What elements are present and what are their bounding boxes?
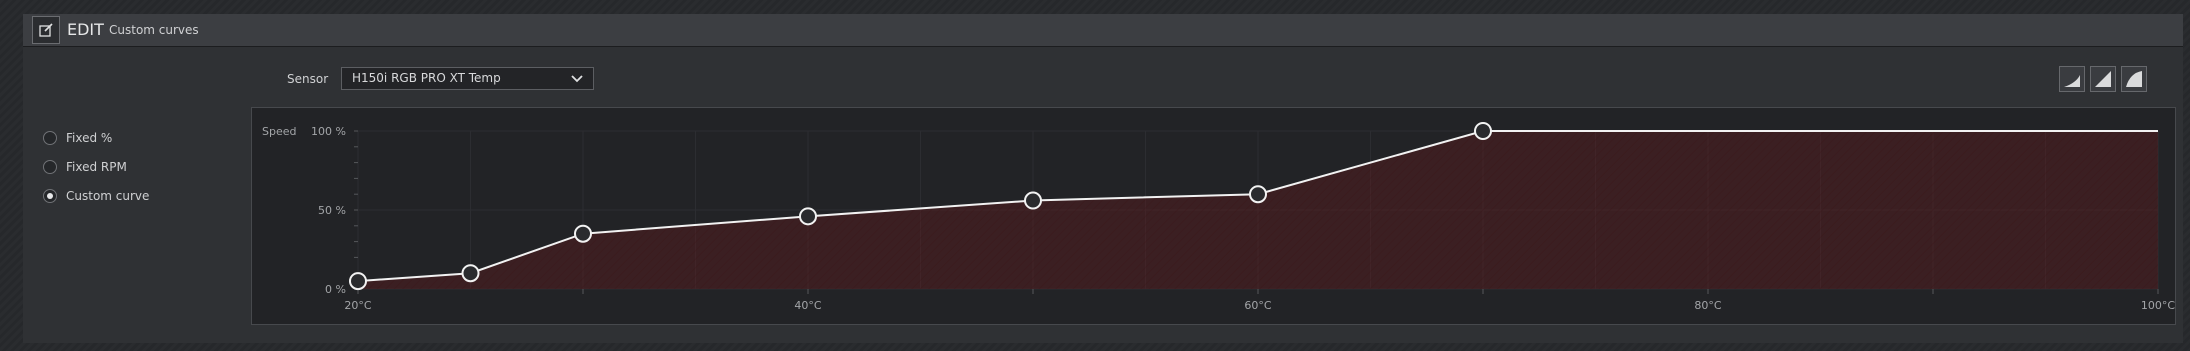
radio-fixed-rpm[interactable]: Fixed RPM (43, 160, 127, 174)
radio-button[interactable] (43, 131, 57, 145)
x-tick-label: 100°C (2141, 299, 2175, 312)
radio-button-selected[interactable] (43, 189, 57, 203)
curve-point-handle[interactable] (574, 224, 592, 243)
radio-label: Fixed RPM (66, 160, 127, 174)
y-axis-label: Speed (262, 125, 296, 138)
x-tick-label: 80°C (1694, 299, 1721, 312)
radio-label: Custom curve (66, 189, 150, 203)
sensor-dropdown[interactable]: H150i RGB PRO XT Temp (341, 67, 594, 90)
radio-label: Fixed % (66, 131, 113, 145)
curve-point-handle[interactable] (1249, 185, 1267, 204)
edit-header: EDIT Custom curves (23, 14, 2183, 47)
x-tick-label: 40°C (794, 299, 821, 312)
extreme-preset-icon[interactable] (2121, 66, 2147, 92)
edit-title: EDIT (67, 20, 104, 39)
y-tick-label: 100 % (311, 125, 346, 138)
curve-panel: Fixed % Fixed RPM Custom curve Sensor H1… (23, 47, 2183, 343)
edit-subtitle: Custom curves (109, 23, 199, 37)
x-tick-label: 20°C (344, 299, 371, 312)
edit-icon[interactable] (32, 16, 60, 44)
fan-curve-chart[interactable]: Speed 100 % 50 % 0 % 20°C 40°C 60°C 80°C 100°C (251, 107, 2176, 325)
curve-point-handle[interactable] (799, 207, 817, 226)
chevron-down-icon (571, 68, 583, 96)
curve-point-handle[interactable] (1024, 191, 1042, 210)
balanced-preset-icon[interactable] (2090, 66, 2116, 92)
y-tick-label: 50 % (318, 204, 346, 217)
quiet-preset-icon[interactable] (2059, 66, 2085, 92)
y-tick-label: 0 % (325, 283, 346, 296)
x-tick-label: 60°C (1244, 299, 1271, 312)
curve-point-handle[interactable] (349, 272, 367, 291)
curve-point-handle[interactable] (461, 264, 480, 283)
sensor-label: Sensor (287, 72, 329, 86)
curve-plot[interactable]: Speed 100 % 50 % 0 % 20°C 40°C 60°C 80°C 100°C (252, 108, 2177, 326)
sensor-value: H150i RGB PRO XT Temp (352, 71, 501, 85)
radio-fixed-percent[interactable]: Fixed % (43, 131, 112, 145)
curve-point-handle[interactable] (1474, 122, 1492, 140)
radio-custom-curve[interactable]: Custom curve (43, 189, 149, 203)
radio-button[interactable] (43, 160, 57, 174)
